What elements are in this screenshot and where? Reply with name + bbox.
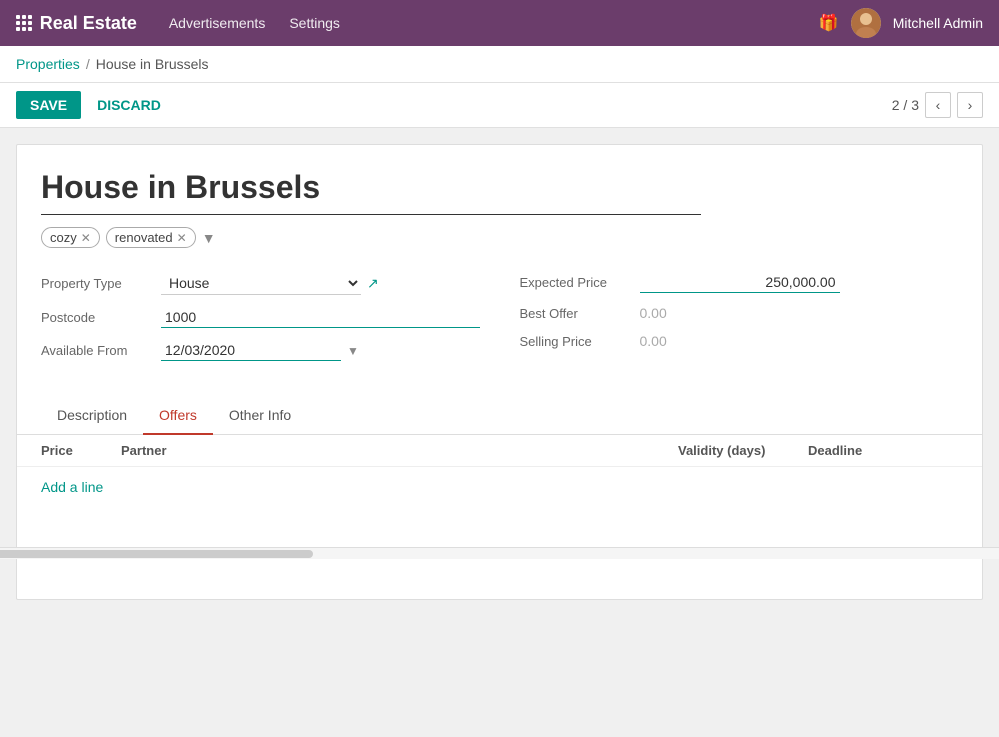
discard-button[interactable]: DISCARD xyxy=(89,91,169,119)
tag-cozy: cozy ✕ xyxy=(41,227,100,248)
offers-table: Price Partner Validity (days) Deadline A… xyxy=(17,435,982,559)
available-from-label: Available From xyxy=(41,343,161,358)
fields-left: Property Type House ↗ Postcode Available… xyxy=(41,272,480,373)
add-line-button[interactable]: Add a line xyxy=(41,475,103,499)
property-type-label: Property Type xyxy=(41,276,161,291)
available-from-dropdown-icon[interactable]: ▼ xyxy=(347,344,359,358)
property-type-select[interactable]: House xyxy=(161,272,361,295)
expected-price-input[interactable] xyxy=(640,272,840,293)
fields-right: Expected Price Best Offer 0.00 Selling P… xyxy=(520,272,959,373)
field-postcode: Postcode xyxy=(41,307,480,328)
tags-dropdown-icon[interactable]: ▼ xyxy=(202,230,216,246)
pager-total: 3 xyxy=(911,97,919,113)
tags-row: cozy ✕ renovated ✕ ▼ xyxy=(41,227,958,248)
tab-other-info[interactable]: Other Info xyxy=(213,397,307,435)
field-available-from: Available From ▼ xyxy=(41,340,480,361)
topnav-right: 🎁 Mitchell Admin xyxy=(819,8,983,38)
selling-price-label: Selling Price xyxy=(520,334,640,349)
avatar[interactable] xyxy=(851,8,881,38)
tab-description[interactable]: Description xyxy=(41,397,143,435)
tab-offers[interactable]: Offers xyxy=(143,397,213,435)
selling-price-value: 0.00 xyxy=(640,333,667,349)
main-content: House in Brussels cozy ✕ renovated ✕ ▼ P… xyxy=(0,128,999,733)
available-from-row: ▼ xyxy=(161,340,480,361)
tag-cozy-remove[interactable]: ✕ xyxy=(81,231,91,245)
top-navigation: Real Estate Advertisements Settings 🎁 Mi… xyxy=(0,0,999,46)
col-header-validity: Validity (days) xyxy=(678,443,808,458)
best-offer-label: Best Offer xyxy=(520,306,640,321)
postcode-input[interactable] xyxy=(161,307,480,328)
tab-other-info-label: Other Info xyxy=(229,407,291,423)
field-best-offer: Best Offer 0.00 xyxy=(520,305,959,321)
app-title: Real Estate xyxy=(40,13,137,34)
tag-cozy-label: cozy xyxy=(50,230,77,245)
property-type-select-row: House ↗ xyxy=(161,272,480,295)
tab-description-label: Description xyxy=(57,407,127,423)
fields-section: Property Type House ↗ Postcode Available… xyxy=(41,272,958,373)
col-header-partner: Partner xyxy=(121,443,678,458)
nav-settings[interactable]: Settings xyxy=(289,15,340,31)
field-expected-price: Expected Price xyxy=(520,272,959,293)
breadcrumb-parent[interactable]: Properties xyxy=(16,56,80,72)
pager-text: 2 / 3 xyxy=(892,97,919,113)
nav-advertisements[interactable]: Advertisements xyxy=(169,15,265,31)
form-card: House in Brussels cozy ✕ renovated ✕ ▼ P… xyxy=(16,144,983,600)
pager-current: 2 xyxy=(892,97,900,113)
form-toolbar: SAVE DISCARD 2 / 3 ‹ › xyxy=(0,83,999,128)
property-title: House in Brussels xyxy=(41,169,701,215)
pager-next-button[interactable]: › xyxy=(957,92,983,118)
property-type-external-link-icon[interactable]: ↗ xyxy=(367,275,379,292)
col-header-action xyxy=(928,443,958,458)
available-from-input[interactable] xyxy=(161,340,341,361)
col-header-deadline: Deadline xyxy=(808,443,928,458)
tag-renovated-label: renovated xyxy=(115,230,173,245)
tab-offers-label: Offers xyxy=(159,407,197,423)
scrollbar-thumb[interactable] xyxy=(0,550,313,558)
table-body: Add a line xyxy=(17,467,982,547)
topnav-links: Advertisements Settings xyxy=(169,15,819,31)
breadcrumb: Properties / House in Brussels xyxy=(0,46,999,83)
username-label[interactable]: Mitchell Admin xyxy=(893,15,983,31)
field-property-type: Property Type House ↗ xyxy=(41,272,480,295)
field-selling-price: Selling Price 0.00 xyxy=(520,333,959,349)
gift-icon[interactable]: 🎁 xyxy=(819,13,839,33)
save-button[interactable]: SAVE xyxy=(16,91,81,119)
expected-price-label: Expected Price xyxy=(520,275,640,290)
breadcrumb-current: House in Brussels xyxy=(96,56,209,72)
tag-renovated-remove[interactable]: ✕ xyxy=(177,231,187,245)
tag-renovated: renovated ✕ xyxy=(106,227,196,248)
postcode-label: Postcode xyxy=(41,310,161,325)
pager-prev-button[interactable]: ‹ xyxy=(925,92,951,118)
pager: 2 / 3 ‹ › xyxy=(892,92,983,118)
best-offer-value: 0.00 xyxy=(640,305,667,321)
table-header: Price Partner Validity (days) Deadline xyxy=(17,435,982,467)
horizontal-scrollbar[interactable] xyxy=(0,547,999,559)
breadcrumb-separator: / xyxy=(86,56,90,72)
form-card-bottom xyxy=(41,559,958,599)
col-header-price: Price xyxy=(41,443,121,458)
tabs-bar: Description Offers Other Info xyxy=(17,397,982,435)
app-menu-icon[interactable] xyxy=(16,15,32,31)
